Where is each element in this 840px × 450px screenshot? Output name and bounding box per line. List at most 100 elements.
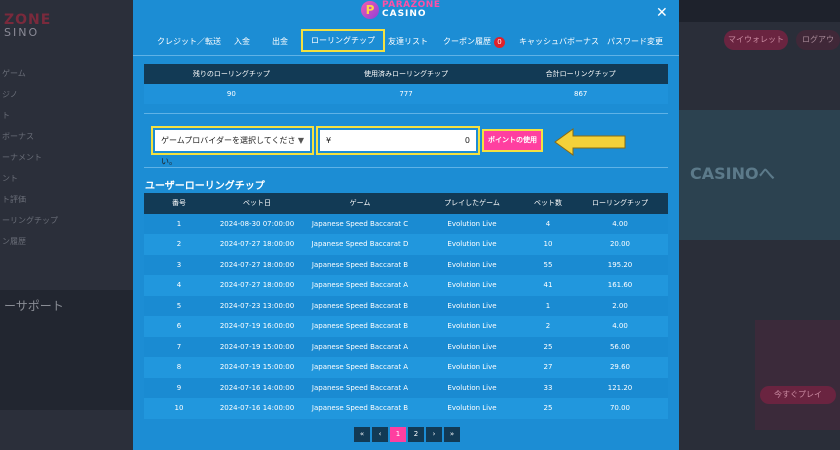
cell-played-game: Evolution Live bbox=[447, 363, 497, 371]
history-table: 番号 ベット日 ゲーム プレイしたゲーム ベット数 ローリングチップ 1 2024… bbox=[144, 193, 668, 419]
table-row: 5 2024-07-23 13:00:00 Japanese Speed Bacca… bbox=[144, 295, 668, 316]
use-points-button[interactable]: ポイントの使用 bbox=[482, 129, 543, 152]
cell-bet-date: 2024-07-27 18:00:00 bbox=[219, 260, 295, 269]
background-topbar bbox=[679, 0, 840, 22]
amount-value: 0 bbox=[464, 136, 470, 145]
close-icon[interactable]: ✕ bbox=[656, 5, 668, 21]
cell-bet-count: 25 bbox=[543, 342, 553, 351]
header-bet-date: ベット日 bbox=[243, 199, 271, 207]
cell-bet-date: 2024-07-19 16:00:00 bbox=[219, 322, 295, 330]
tab-coupon-history[interactable]: クーポン履歴 0 bbox=[443, 36, 505, 48]
summary-header-total: 合計ローリングチップ bbox=[545, 70, 616, 78]
table-row: 6 2024-07-19 16:00:00 Japanese Speed Bacca… bbox=[144, 316, 668, 337]
page-next-button[interactable]: › bbox=[426, 427, 442, 442]
cell-bet-date: 2024-07-19 15:00:00 bbox=[219, 363, 295, 371]
cell-bet-date: 2024-07-27 18:00:00 bbox=[219, 281, 295, 289]
background-menu-item: ーナメント bbox=[2, 153, 42, 162]
cell-played-game: Evolution Live bbox=[447, 404, 497, 412]
header-game: ゲーム bbox=[349, 199, 371, 207]
cell-game: Japanese Speed Baccarat B bbox=[311, 322, 409, 330]
background-banner-text: CASINOへ bbox=[690, 164, 775, 183]
table-row: 7 2024-07-19 15:00:00 Japanese Speed Bacca… bbox=[144, 336, 668, 357]
background-wallet-button: マイウォレット bbox=[724, 30, 788, 50]
header-played-game: プレイしたゲーム bbox=[444, 199, 500, 207]
tab-cashback-bonus[interactable]: キャッシュバボーナス bbox=[519, 36, 599, 47]
cell-played-game: Evolution Live bbox=[447, 260, 497, 269]
table-row: 2 2024-07-27 18:00:00 Japanese Speed Bacca… bbox=[144, 234, 668, 255]
header-rolling-chip: ローリングチップ bbox=[592, 199, 648, 207]
cell-bet-date: 2024-08-30 07:00:00 bbox=[219, 219, 295, 228]
page-prev-button[interactable]: ‹ bbox=[372, 427, 388, 442]
tab-withdraw[interactable]: 出金 bbox=[272, 36, 288, 47]
cell-number: 10 bbox=[174, 404, 184, 412]
cell-number: 7 bbox=[176, 342, 182, 351]
cell-bet-count: 4 bbox=[545, 219, 551, 228]
cell-bet-date: 2024-07-16 14:00:00 bbox=[219, 383, 295, 392]
tab-deposit[interactable]: 入金 bbox=[234, 36, 250, 47]
background-logo-sub: SINO bbox=[4, 26, 40, 39]
table-row: 8 2024-07-19 15:00:00 Japanese Speed Bacca… bbox=[144, 357, 668, 378]
background-menu-item: ゲーム bbox=[2, 69, 26, 78]
background-menu-item: ボーナス bbox=[2, 132, 34, 141]
page-last-button[interactable]: » bbox=[444, 427, 460, 442]
page-1-button[interactable]: 1 bbox=[390, 427, 406, 442]
provider-select-wrap: ゲームプロバイダーを選択してください。 ▼ bbox=[151, 126, 314, 166]
table-row: 10 2024-07-16 14:00:00 Japanese Speed Bacc… bbox=[144, 398, 668, 419]
logo-line2: CASINO bbox=[382, 9, 427, 19]
cell-rolling-chip: 56.00 bbox=[609, 342, 631, 351]
summary-value-remaining: 90 bbox=[226, 90, 236, 98]
tab-credit-transfer[interactable]: クレジット／転送 bbox=[157, 36, 221, 47]
cell-rolling-chip: 161.60 bbox=[607, 281, 633, 289]
cell-played-game: Evolution Live bbox=[447, 301, 497, 310]
tab-friend-list[interactable]: 友達リスト bbox=[388, 36, 428, 47]
cell-bet-count: 10 bbox=[543, 240, 553, 248]
table-row: 1 2024-08-30 07:00:00 Japanese Speed Bacca… bbox=[144, 213, 668, 234]
table-row: 4 2024-07-27 18:00:00 Japanese Speed Bacca… bbox=[144, 275, 668, 296]
background-support-title: ーサポート bbox=[4, 299, 64, 313]
cell-number: 1 bbox=[176, 219, 182, 228]
cell-rolling-chip: 70.00 bbox=[609, 404, 631, 412]
coupon-count-badge: 0 bbox=[494, 37, 505, 48]
summary-header-remaining: 残りのローリングチップ bbox=[192, 70, 270, 78]
summary-value-total: 867 bbox=[573, 90, 588, 98]
page-2-button[interactable]: 2 bbox=[408, 427, 424, 442]
cell-played-game: Evolution Live bbox=[447, 219, 497, 228]
cell-rolling-chip: 4.00 bbox=[612, 219, 628, 228]
currency-symbol: ¥ bbox=[326, 136, 332, 145]
cell-played-game: Evolution Live bbox=[447, 281, 497, 289]
summary-value-used: 777 bbox=[399, 90, 413, 98]
cell-number: 6 bbox=[176, 322, 182, 330]
arrow-left-icon bbox=[554, 128, 626, 156]
amount-input[interactable]: ¥ 0 bbox=[320, 130, 476, 151]
cell-game: Japanese Speed Baccarat A bbox=[311, 383, 409, 392]
background-lucky-button: 今すぐプレイ bbox=[760, 386, 836, 404]
chevron-down-icon: ▼ bbox=[297, 136, 304, 145]
table-row: 3 2024-07-27 18:00:00 Japanese Speed Bacca… bbox=[144, 254, 668, 275]
background-menu-item: ン履歴 bbox=[2, 237, 26, 246]
history-title: ユーザーローリングチップ bbox=[145, 181, 265, 192]
cell-rolling-chip: 121.20 bbox=[607, 383, 633, 392]
pagination: « ‹ 1 2 › » bbox=[354, 427, 460, 442]
tab-rolling-chip[interactable]: ローリングチップ bbox=[301, 29, 385, 52]
summary-header-used: 使用済みローリングチップ bbox=[364, 70, 448, 78]
tab-password-change[interactable]: パスワード変更 bbox=[607, 36, 663, 47]
cell-played-game: Evolution Live bbox=[447, 322, 497, 330]
cell-game: Japanese Speed Baccarat B bbox=[311, 301, 409, 310]
cell-game: Japanese Speed Baccarat A bbox=[311, 281, 409, 289]
cell-number: 9 bbox=[176, 383, 182, 392]
brand-logo: P PARAZONE CASINO bbox=[361, 1, 441, 19]
cell-bet-count: 55 bbox=[543, 260, 553, 269]
cell-bet-date: 2024-07-19 15:00:00 bbox=[219, 342, 295, 351]
rolling-chip-summary: 残りのローリングチップ 使用済みローリングチップ 合計ローリングチップ 90 7… bbox=[144, 64, 668, 104]
cell-rolling-chip: 29.60 bbox=[609, 363, 631, 371]
cell-number: 2 bbox=[176, 240, 182, 248]
background-logout-button: ログアウ bbox=[796, 30, 840, 50]
provider-select[interactable]: ゲームプロバイダーを選択してください。 ▼ bbox=[155, 130, 310, 166]
cell-bet-count: 25 bbox=[543, 404, 553, 412]
modal-header: P PARAZONE CASINO ✕ bbox=[133, 0, 679, 26]
rolling-chip-modal: P PARAZONE CASINO ✕ クレジット／転送 入金 出金 ローリング… bbox=[133, 0, 679, 450]
background-lucky-wheel bbox=[755, 320, 840, 430]
page-first-button[interactable]: « bbox=[354, 427, 370, 442]
background-menu-item: ント bbox=[2, 174, 18, 183]
amount-input-wrap: ¥ 0 bbox=[316, 126, 480, 155]
